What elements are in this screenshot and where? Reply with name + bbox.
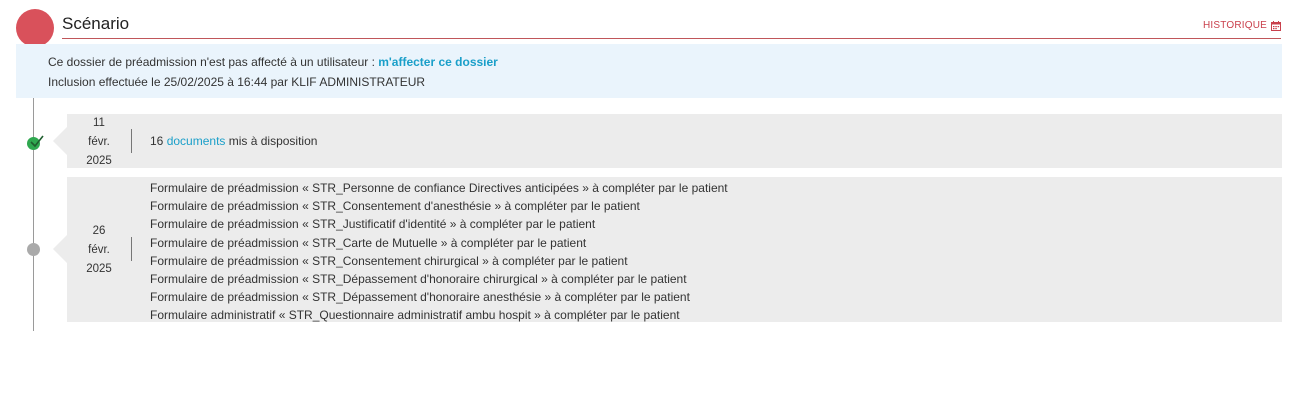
assignment-info-panel: Ce dossier de préadmission n'est pas aff…	[16, 44, 1282, 98]
title-divider	[62, 38, 1281, 39]
history-button[interactable]: HISTORIQUE	[1203, 20, 1281, 31]
form-item: Formulaire de préadmission « STR_Justifi…	[150, 217, 596, 232]
event-year: 2025	[86, 155, 112, 167]
event-date: 11 févr. 2025	[81, 114, 117, 171]
date-separator	[131, 237, 132, 261]
event-month: févr.	[88, 136, 110, 148]
assign-to-me-link[interactable]: m'affecter ce dossier	[378, 55, 498, 69]
documents-suffix: mis à disposition	[225, 134, 318, 148]
event-day: 26	[92, 225, 106, 237]
page-title: Scénario	[62, 14, 130, 33]
assignment-text: Ce dossier de préadmission n'est pas aff…	[48, 55, 379, 69]
scenario-avatar	[16, 9, 54, 47]
history-label: HISTORIQUE	[1202, 20, 1267, 31]
form-list: Formulaire de préadmission « STR_Personn…	[150, 179, 728, 325]
event-date: 26 févr. 2025	[81, 222, 117, 279]
event-pending-marker	[27, 243, 40, 256]
timeline-event: 11 févr. 2025 16 documents mis à disposi…	[53, 114, 1282, 171]
form-item: Formulaire de préadmission « STR_Consent…	[150, 199, 640, 214]
calendar-icon	[1271, 20, 1281, 31]
event-pointer	[53, 235, 67, 263]
event-year: 2025	[86, 263, 112, 275]
inclusion-info: Inclusion effectuée le 25/02/2025 à 16:4…	[48, 75, 426, 89]
form-item: Formulaire de préadmission « STR_Personn…	[150, 181, 728, 195]
documents-event-text: 16 documents mis à disposition	[150, 134, 317, 148]
form-item: Formulaire de préadmission « STR_Carte d…	[150, 235, 587, 250]
date-separator	[131, 129, 132, 153]
event-day: 11	[93, 117, 105, 129]
event-month: févr.	[88, 244, 110, 256]
form-item: Formulaire de préadmission « STR_Consent…	[150, 253, 628, 268]
form-item: Formulaire administratif « STR_Questionn…	[150, 308, 680, 323]
assignment-notice: Ce dossier de préadmission n'est pas aff…	[48, 55, 498, 69]
form-item: Formulaire de préadmission « STR_Dépasse…	[150, 290, 690, 305]
check-icon	[30, 135, 44, 148]
documents-link[interactable]: documents	[167, 134, 226, 148]
form-item: Formulaire de préadmission « STR_Dépasse…	[150, 272, 687, 287]
timeline-event: 26 févr. 2025 Formulaire de préadmission…	[53, 177, 1282, 325]
documents-count: 16	[150, 134, 164, 148]
event-pointer	[53, 127, 67, 155]
